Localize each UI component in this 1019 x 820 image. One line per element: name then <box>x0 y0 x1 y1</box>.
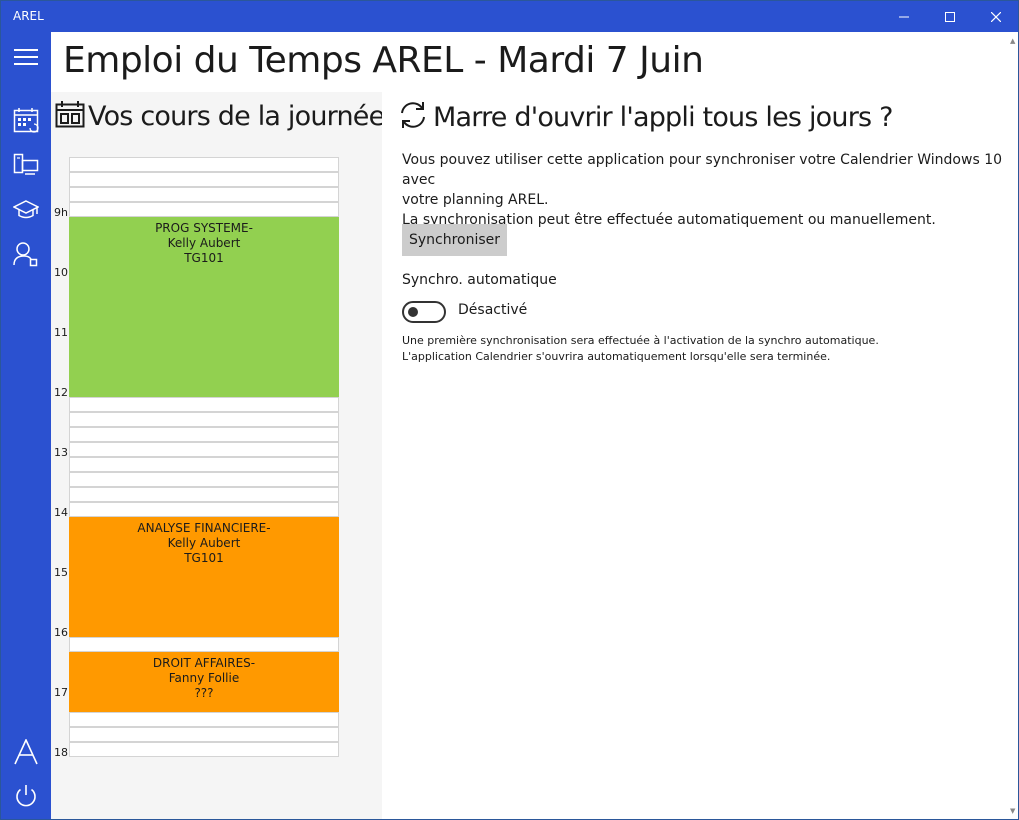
hamburger-menu-button[interactable] <box>12 43 40 71</box>
close-button[interactable] <box>973 1 1019 32</box>
schedule-heading-text: Vos cours de la journée ... <box>88 101 382 132</box>
sidebar-item-calendar[interactable] <box>12 106 40 134</box>
sync-heading: Marre d'ouvrir l'appli tous les jours ? <box>397 100 893 137</box>
devices-icon <box>13 153 39 175</box>
scroll-down-arrow-icon[interactable]: ▼ <box>1010 807 1015 815</box>
empty-slot <box>69 202 339 217</box>
hour-label: 10 <box>54 266 68 279</box>
hour-label: 13 <box>54 446 68 459</box>
course-block[interactable]: PROG SYSTEME- Kelly Aubert TG101 <box>69 217 339 397</box>
hamburger-icon <box>14 49 38 65</box>
empty-slot <box>69 742 339 757</box>
hour-label: 17 <box>54 686 68 699</box>
page-title: Emploi du Temps AREL - Mardi 7 Juin <box>63 40 704 81</box>
empty-slot <box>69 187 339 202</box>
empty-slot <box>69 427 339 442</box>
auto-sync-label: Synchro. automatique <box>402 272 557 288</box>
course-room: TG101 <box>184 551 224 565</box>
sync-panel: Marre d'ouvrir l'appli tous les jours ? … <box>397 92 1008 819</box>
vertical-scrollbar[interactable]: ▲ ▼ <box>1008 32 1018 819</box>
minimize-icon <box>899 16 909 17</box>
note-line: Une première synchronisation sera effect… <box>402 334 879 347</box>
note-line: L'application Calendrier s'ouvrira autom… <box>402 350 831 363</box>
hour-label: 15 <box>54 566 68 579</box>
course-title: DROIT AFFAIRES- <box>152 656 256 670</box>
course-block[interactable]: ANALYSE FINANCIERE- Kelly Aubert TG101 <box>69 517 339 637</box>
app-window: AREL Emploi du Temps AREL - Mardi 7 Juin… <box>0 0 1019 820</box>
main-content: Emploi du Temps AREL - Mardi 7 Juin Vos … <box>51 32 1008 819</box>
empty-slot <box>69 457 339 472</box>
schedule-heading: Vos cours de la journée ... <box>55 100 382 135</box>
maximize-icon <box>945 11 955 22</box>
hour-label: 18 <box>54 746 68 759</box>
hour-label: 9h <box>54 206 68 219</box>
hour-label: 12 <box>54 386 68 399</box>
power-icon <box>16 785 36 807</box>
schedule-panel: Vos cours de la journée ... 9h 10 11 12 … <box>51 92 382 819</box>
empty-slot <box>69 637 339 652</box>
empty-slot <box>69 472 339 487</box>
description-line: votre planning AREL. <box>402 192 549 208</box>
sidebar-item-devices[interactable] <box>12 151 40 179</box>
calendar-icon <box>55 100 85 135</box>
empty-slot <box>69 397 339 412</box>
scroll-up-arrow-icon[interactable]: ▲ <box>1010 37 1015 45</box>
course-title: PROG SYSTEME- <box>155 221 253 235</box>
course-teacher: Fanny Follie <box>168 671 240 685</box>
sync-note: Une première synchronisation sera effect… <box>402 333 879 365</box>
calendar-sync-icon <box>13 108 39 133</box>
empty-slot <box>69 712 339 727</box>
sidebar-item-education[interactable] <box>12 196 40 224</box>
empty-slot <box>69 412 339 427</box>
hour-label: 16 <box>54 626 68 639</box>
sync-heading-text: Marre d'ouvrir l'appli tous les jours ? <box>433 102 893 133</box>
toggle-state-label: Désactivé <box>458 302 528 318</box>
maximize-button[interactable] <box>927 1 973 32</box>
sidebar-item-account[interactable] <box>12 240 40 268</box>
empty-slot <box>69 442 339 457</box>
empty-slot <box>69 487 339 502</box>
graduation-cap-icon <box>13 200 39 219</box>
course-room: TG101 <box>184 251 224 265</box>
sync-icon <box>397 100 429 137</box>
course-room: ??? <box>194 686 214 700</box>
course-title: ANALYSE FINANCIERE- <box>137 521 271 535</box>
course-teacher: Kelly Aubert <box>167 536 241 550</box>
course-teacher: Kelly Aubert <box>167 236 241 250</box>
synchronize-button[interactable]: Synchroniser <box>402 224 507 256</box>
arel-logo-icon <box>14 739 38 765</box>
course-block[interactable]: DROIT AFFAIRES- Fanny Follie ??? <box>69 652 339 712</box>
user-icon <box>13 242 38 267</box>
day-timeline: 9h 10 11 12 13 14 15 16 17 18 PROG SYSTE… <box>51 157 382 759</box>
empty-slot <box>69 157 339 172</box>
sync-description: Vous pouvez utiliser cette application p… <box>402 150 1007 230</box>
close-icon <box>991 11 1001 22</box>
window-title: AREL <box>13 9 44 23</box>
minimize-button[interactable] <box>881 1 927 32</box>
hour-label: 14 <box>54 506 68 519</box>
auto-sync-toggle[interactable] <box>402 301 446 323</box>
sidebar-item-arel[interactable] <box>12 738 40 766</box>
empty-slot <box>69 172 339 187</box>
empty-slot <box>69 502 339 517</box>
empty-slot <box>69 727 339 742</box>
sidebar-item-power[interactable] <box>12 782 40 810</box>
hour-label: 11 <box>54 326 68 339</box>
title-bar: AREL <box>1 1 1018 32</box>
toggle-knob <box>408 307 418 317</box>
description-line: Vous pouvez utiliser cette application p… <box>402 152 1003 188</box>
sidebar <box>1 32 51 819</box>
